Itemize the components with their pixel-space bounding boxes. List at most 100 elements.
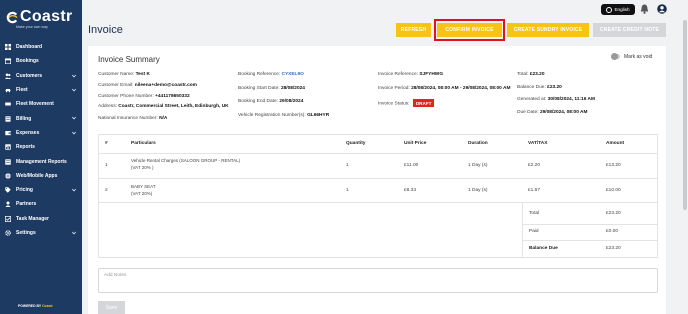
sidebar-item-fleet-movement[interactable]: Fleet Movement	[0, 97, 82, 111]
paid-label: Paid	[529, 229, 539, 234]
create-credit-note-button[interactable]: CREATE CREDIT NOTE	[593, 23, 666, 37]
customer-phone-value: +441178650332	[155, 94, 190, 99]
globe-icon	[5, 173, 11, 179]
invoice-period-field: Invoice Period: 28/08/2024, 08:00 AM - 2…	[378, 86, 510, 91]
sidebar-item-label: Reports	[16, 144, 35, 151]
booking-reference-link[interactable]: CYXEL9O	[281, 72, 303, 77]
user-avatar-icon[interactable]	[657, 4, 667, 14]
customer-email-value: nileena+demo@coastr.com	[134, 83, 197, 88]
sidebar-item-bookings[interactable]: Bookings	[0, 54, 82, 68]
row-amount: £13.20	[606, 163, 621, 168]
column-header-particulars: Particulars	[131, 141, 156, 146]
sidebar-item-label: Billing	[16, 115, 32, 122]
sidebar-item-settings[interactable]: Settings	[0, 226, 82, 240]
wallet-icon	[5, 130, 11, 136]
total-field: Total: £23.20	[517, 72, 544, 77]
vehicle-registration-value: GL66HYR	[307, 113, 330, 118]
sidebar-item-customers[interactable]: Customers	[0, 69, 82, 83]
totals-value: £23.20	[606, 211, 621, 216]
address-label: Address:	[98, 104, 117, 109]
bell-icon[interactable]	[640, 4, 649, 14]
calendar-icon	[5, 58, 11, 65]
address-field: Address: Coastr, Commercial Street, Leit…	[98, 104, 229, 109]
row-vat-note: (VAT 20% )	[131, 165, 154, 170]
balance-due-label: Balance Due:	[517, 85, 546, 90]
coastr-swirl-icon	[6, 11, 18, 23]
sidebar-item-partners[interactable]: Partners	[0, 197, 82, 211]
chevron-down-icon	[72, 188, 76, 192]
billing-icon	[5, 115, 11, 122]
row-number: 2	[105, 188, 108, 193]
coastr-logo[interactable]: Coastr Make your own way	[6, 9, 76, 35]
booking-end-label: Booking End Date:	[238, 99, 279, 104]
sidebar-item-label: Dashboard	[16, 44, 43, 51]
partner-icon	[5, 201, 11, 208]
table-divider	[522, 202, 523, 258]
chart-icon	[5, 144, 11, 150]
booking-reference-label: Booking Reference:	[238, 72, 281, 77]
customer-email-label: Customer Email:	[98, 83, 134, 88]
notes-textarea[interactable]	[98, 268, 658, 293]
brand-tagline: Make your own way	[16, 25, 48, 29]
sidebar-item-task-manager[interactable]: Task Manager	[0, 212, 82, 226]
row-unit-price: £8.33	[404, 188, 417, 193]
due-date-field: Due Date: 29/08/2024, 08:00 AM	[517, 110, 588, 115]
page-title: Invoice	[88, 24, 123, 36]
booking-reference-field: Booking Reference: CYXEL9O	[238, 72, 304, 77]
row-particulars: BABY SEAT	[131, 184, 156, 189]
sidebar-item-fleet[interactable]: Fleet	[0, 83, 82, 97]
total-label: Total:	[517, 72, 529, 77]
powered-prefix: POWERED BY	[18, 304, 42, 308]
sidebar-item-label: Partners	[16, 201, 37, 208]
confirm-invoice-highlight	[434, 19, 505, 41]
sidebar-item-expenses[interactable]: Expenses	[0, 126, 82, 140]
chevron-down-icon	[72, 117, 76, 121]
vehicle-registration-field: Vehicle Registration Number(s): GL66HYR	[238, 113, 329, 118]
column-header-vat: VAT/TAX	[528, 141, 548, 146]
chevron-down-icon	[72, 231, 76, 235]
row-vat-note: (VAT 20%)	[131, 191, 153, 196]
address-value: Coastr, Commercial Street, Leith, Edinbu…	[118, 104, 229, 109]
scrollbar-thumb[interactable]	[683, 20, 687, 210]
mark-as-void-toggle[interactable]	[611, 53, 620, 60]
sidebar-item-billing[interactable]: Billing	[0, 111, 82, 125]
create-sundry-invoice-button[interactable]: CREATE SUNDRY INVOICE	[507, 23, 589, 37]
table-divider	[522, 224, 658, 225]
ni-value: N/A	[159, 116, 168, 121]
column-header-amount: Amount	[606, 141, 625, 146]
table-divider	[522, 240, 658, 241]
customer-phone-label: Customer Phone Number:	[98, 94, 154, 99]
chevron-down-icon	[72, 131, 76, 135]
customer-name-field: Customer Name: Test K	[98, 72, 150, 77]
ni-label: National Insurance Number:	[98, 116, 158, 121]
customer-email-field: Customer Email: nileena+demo@coastr.com	[98, 83, 197, 88]
invoice-status-label: Invoice Status:	[378, 101, 410, 107]
invoice-status-field: Invoice Status: DRAFT	[378, 99, 435, 107]
sidebar-item-pricing[interactable]: Pricing	[0, 183, 82, 197]
row-vat: £2.20	[528, 163, 541, 168]
status-badge: DRAFT	[412, 99, 435, 107]
booking-end-field: Booking End Date: 29/08/2024	[238, 99, 303, 104]
tag-icon	[5, 187, 11, 193]
sidebar-item-label: Management Reports	[16, 158, 67, 165]
sidebar-item-web-mobile-apps[interactable]: Web/Mobile Apps	[0, 169, 82, 183]
column-header-number: #	[105, 141, 108, 146]
notes-placeholder: Add Notes	[104, 273, 127, 278]
language-selector[interactable]: English	[601, 4, 635, 15]
booking-start-value: 28/08/2024	[280, 86, 305, 91]
sidebar-item-management-reports[interactable]: Management Reports	[0, 154, 82, 168]
booking-start-label: Booking Start Date:	[238, 86, 280, 91]
tasks-icon	[5, 215, 11, 222]
sidebar-item-dashboard[interactable]: Dashboard	[0, 40, 82, 54]
column-header-quantity: Quantity	[346, 141, 366, 146]
table-divider	[98, 178, 658, 179]
car-icon	[5, 87, 11, 93]
table-divider	[98, 202, 658, 203]
sidebar-item-reports[interactable]: Reports	[0, 140, 82, 154]
customer-name-label: Customer Name:	[98, 72, 135, 77]
save-button[interactable]: Save	[98, 301, 125, 314]
invoice-period-value: 28/08/2024, 08:00 AM - 29/08/2024, 08:00…	[411, 86, 511, 91]
invoice-period-label: Invoice Period:	[378, 86, 410, 91]
refresh-button[interactable]: REFRESH	[396, 23, 431, 37]
balance-due-field: Balance Due: £23.20	[517, 85, 562, 90]
